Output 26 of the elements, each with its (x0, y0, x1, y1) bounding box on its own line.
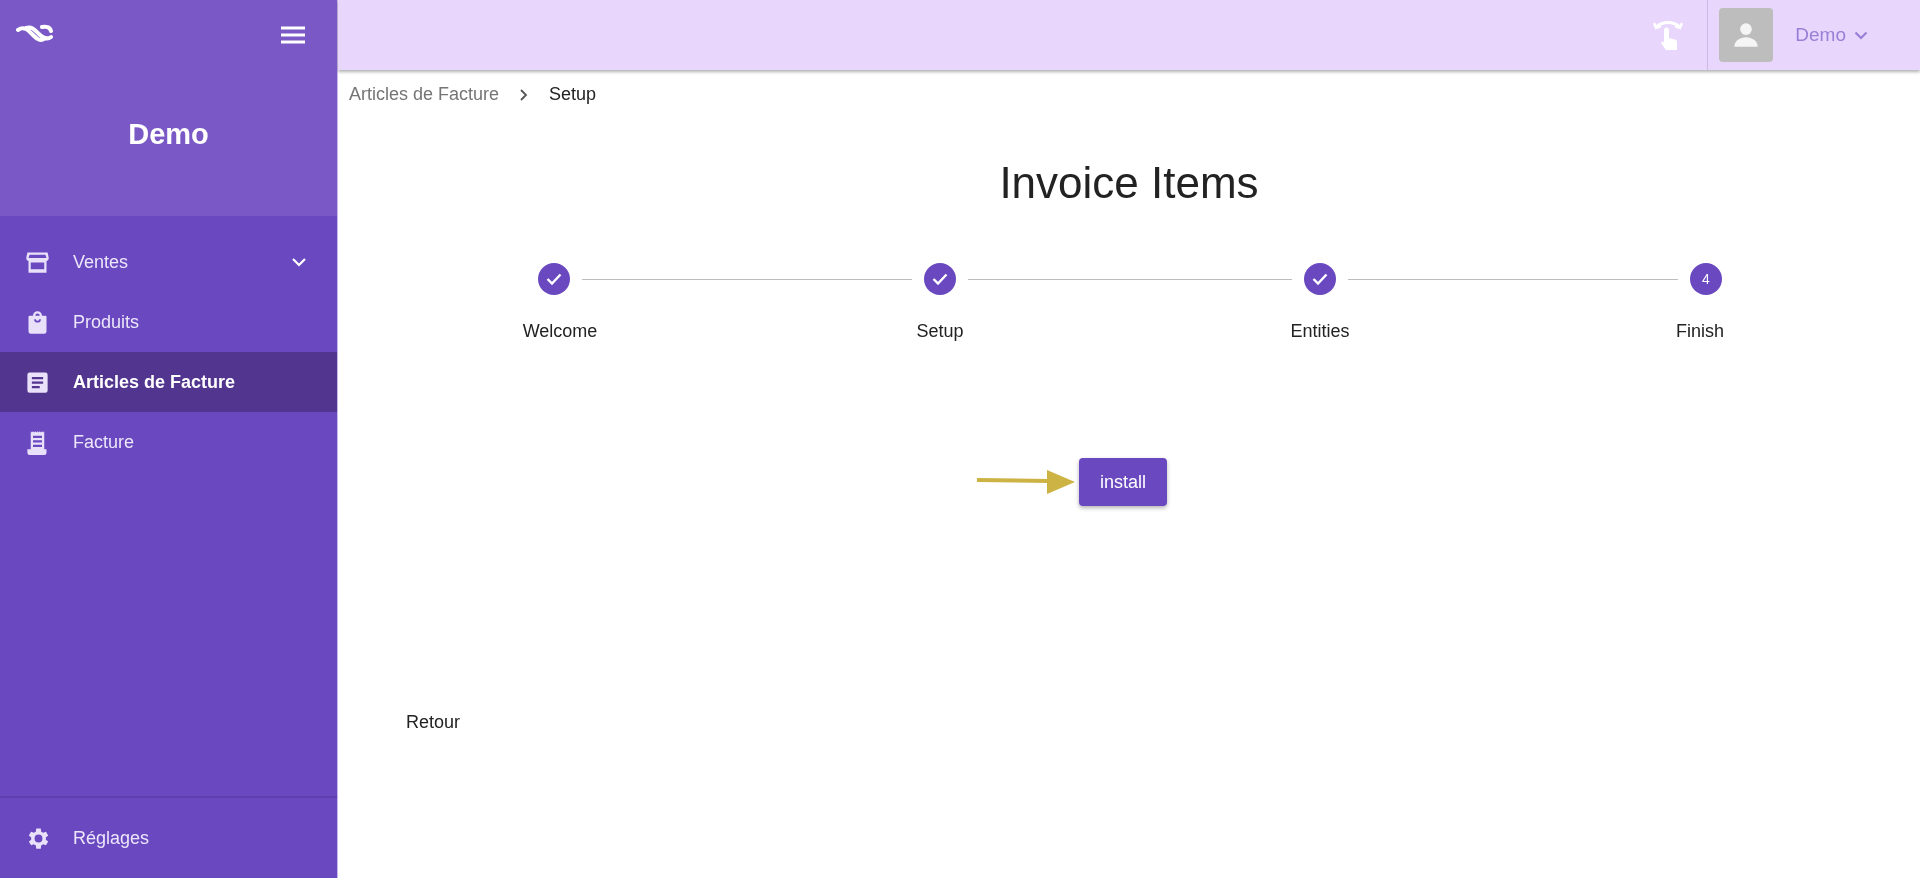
step-indicator: 4 (1690, 263, 1722, 295)
avatar[interactable] (1719, 8, 1774, 62)
breadcrumb-item: Setup (549, 84, 597, 105)
breadcrumb-item[interactable]: Articles de Facture (349, 84, 500, 105)
chevron-down-icon (1854, 30, 1868, 40)
settings-item[interactable]: Réglages (0, 796, 337, 878)
check-icon (932, 273, 948, 285)
chevron-right-icon (519, 87, 530, 102)
tap-gesture-icon[interactable] (1653, 18, 1684, 52)
install-button[interactable]: install (1079, 458, 1167, 506)
step-label: Setup (916, 321, 964, 342)
sidebar-item[interactable]: Produits (0, 292, 337, 352)
back-link[interactable]: Retour (406, 712, 461, 733)
workspace-title: Demo (128, 117, 209, 151)
arrow-icon (977, 467, 1077, 497)
check-icon (546, 273, 562, 285)
menu-icon[interactable] (281, 26, 305, 44)
step-label: Finish (1676, 321, 1724, 342)
sidebar-item[interactable]: Articles de Facture (0, 352, 337, 412)
person-icon (1732, 21, 1761, 49)
step-label: Entities (1290, 321, 1350, 342)
check-icon (1312, 273, 1328, 285)
sidebar-item[interactable]: Ventes (0, 232, 337, 292)
sidebar-item[interactable]: Facture (0, 412, 337, 472)
page-title: Invoice Items (998, 158, 1260, 208)
step-label: Welcome (522, 321, 598, 342)
